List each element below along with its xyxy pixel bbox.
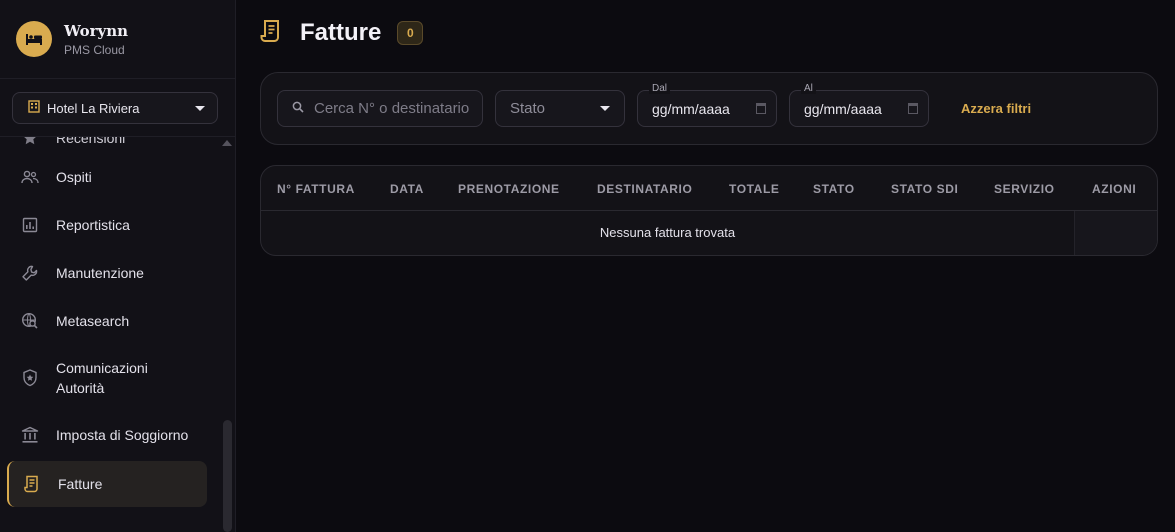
- sidebar-item-label: Imposta di Soggiorno: [56, 427, 189, 443]
- date-to-field[interactable]: Al gg/mm/aaaa: [789, 83, 929, 127]
- main-content: Fatture 0 Stato Dal gg/mm/aaaa Al gg/m: [236, 0, 1175, 532]
- wrench-icon: [21, 264, 39, 282]
- sidebar-item-ospiti[interactable]: Ospiti: [0, 153, 235, 201]
- sidebar-item-reportistica[interactable]: Reportistica: [0, 201, 235, 249]
- sidebar-item-label: Comunicazioni: [56, 360, 148, 376]
- date-from-field[interactable]: Dal gg/mm/aaaa: [637, 83, 777, 127]
- calendar-icon[interactable]: [756, 103, 766, 114]
- sidebar-item-fatture[interactable]: Fatture: [7, 461, 207, 507]
- sidebar-item-label-line2: Autorità: [56, 380, 105, 396]
- column-header[interactable]: STATO SDI: [891, 182, 958, 196]
- sidebar-item-label: Manutenzione: [56, 265, 144, 281]
- brand: Worynn PMS Cloud: [0, 0, 235, 79]
- sidebar-item-label: Fatture: [58, 476, 103, 492]
- hotel-selector-value: Hotel La Riviera: [47, 100, 140, 116]
- date-from-label: Dal: [649, 83, 671, 94]
- sidebar-item-metasearch[interactable]: Metasearch: [0, 297, 235, 345]
- chevron-down-icon: [600, 106, 610, 111]
- count-badge: 0: [397, 21, 424, 45]
- column-header[interactable]: N° FATTURA: [277, 182, 355, 196]
- status-select-value: Stato: [510, 100, 546, 117]
- search-icon: [292, 100, 304, 118]
- page-header: Fatture 0: [260, 0, 1158, 66]
- app-root: Worynn PMS Cloud Hotel La Riviera Recens…: [0, 0, 1175, 532]
- star-icon: [21, 137, 39, 147]
- chart-icon: [21, 216, 39, 234]
- status-select[interactable]: Stato: [495, 90, 625, 127]
- column-header[interactable]: SERVIZIO: [994, 182, 1055, 196]
- sidebar-item-comunicazioni-autorita[interactable]: Comunicazioni Autorità: [0, 345, 235, 411]
- sidebar-item-label: Recensioni: [56, 137, 126, 146]
- calendar-icon[interactable]: [908, 103, 918, 114]
- column-header[interactable]: STATO: [813, 182, 855, 196]
- column-header[interactable]: DESTINATARIO: [597, 182, 692, 196]
- invoices-table: N° FATTURA DATA PRENOTAZIONE DESTINATARI…: [260, 165, 1158, 256]
- sidebar-nav: Recensioni Ospiti Reportistica Manutenzi…: [0, 137, 235, 532]
- brand-name: Worynn: [64, 21, 129, 40]
- date-from-value: gg/mm/aaaa: [652, 100, 730, 117]
- shield-star-icon: [21, 369, 39, 387]
- hotel-selector[interactable]: Hotel La Riviera: [12, 92, 218, 124]
- scroll-up-arrow[interactable]: [222, 140, 232, 146]
- sidebar: Worynn PMS Cloud Hotel La Riviera Recens…: [0, 0, 236, 532]
- column-header[interactable]: DATA: [390, 182, 424, 196]
- globe-search-icon: [21, 312, 39, 330]
- reset-filters-button[interactable]: Azzera filtri: [961, 101, 1031, 116]
- empty-state-message: Nessuna fattura trovata: [599, 225, 736, 240]
- filters-bar: Stato Dal gg/mm/aaaa Al gg/mm/aaaa Azzer…: [260, 72, 1158, 145]
- building-icon: [27, 99, 41, 118]
- bed-icon: [16, 21, 52, 57]
- sidebar-scrollbar-thumb[interactable]: [223, 420, 232, 532]
- receipt-icon: [23, 475, 41, 493]
- chevron-down-icon: [195, 105, 205, 111]
- page-title: Fatture: [300, 19, 382, 46]
- column-header[interactable]: TOTALE: [729, 182, 780, 196]
- column-header[interactable]: AZIONI: [1092, 182, 1136, 196]
- search-field[interactable]: [277, 90, 483, 127]
- sidebar-item-label: Ospiti: [56, 169, 92, 185]
- brand-subtitle: PMS Cloud: [64, 42, 125, 57]
- search-input[interactable]: [314, 100, 479, 117]
- column-header[interactable]: PRENOTAZIONE: [458, 182, 560, 196]
- sidebar-item-label: Metasearch: [56, 313, 130, 329]
- sidebar-item-recensioni[interactable]: Recensioni: [0, 137, 235, 153]
- sidebar-item-label: Reportistica: [56, 217, 130, 233]
- table-header: N° FATTURA DATA PRENOTAZIONE DESTINATARI…: [261, 166, 1157, 211]
- bank-icon: [21, 426, 39, 444]
- sidebar-item-manutenzione[interactable]: Manutenzione: [0, 249, 235, 297]
- people-icon: [21, 168, 39, 186]
- actions-column-cell: [1074, 211, 1157, 255]
- table-body: Nessuna fattura trovata: [261, 211, 1157, 255]
- sidebar-item-imposta-soggiorno[interactable]: Imposta di Soggiorno: [0, 411, 235, 459]
- date-to-value: gg/mm/aaaa: [804, 100, 882, 117]
- receipt-icon: [260, 19, 282, 48]
- date-to-label: Al: [801, 83, 816, 94]
